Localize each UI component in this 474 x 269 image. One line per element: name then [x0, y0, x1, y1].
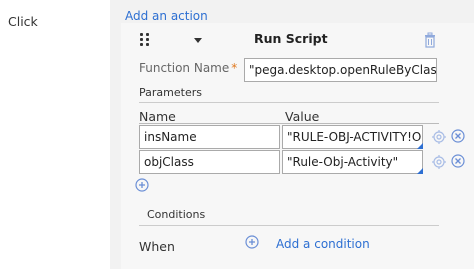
action-name: Run Script: [254, 31, 328, 46]
trash-icon[interactable]: [423, 32, 437, 48]
resize-corner-icon[interactable]: [417, 143, 423, 149]
gear-target-icon[interactable]: [432, 155, 446, 169]
remove-circle-icon[interactable]: [451, 129, 465, 143]
gear-target-icon[interactable]: [432, 130, 446, 144]
function-name-input[interactable]: "pega.desktop.openRuleByClassA: [244, 58, 437, 82]
event-label: Click: [8, 14, 38, 29]
divider: [139, 123, 439, 124]
add-action-link[interactable]: Add an action: [125, 9, 208, 23]
param-value-input[interactable]: "RULE-OBJ-ACTIVITY!ONE: [282, 125, 423, 149]
chevron-down-icon[interactable]: [191, 33, 205, 47]
value-column-header: Value: [285, 109, 320, 124]
add-condition-icon[interactable]: [245, 235, 259, 249]
divider: [139, 102, 439, 103]
param-name-input[interactable]: insName: [139, 125, 280, 149]
resize-corner-icon[interactable]: [417, 168, 423, 174]
parameters-heading: Parameters: [139, 86, 202, 99]
conditions-heading: Conditions: [147, 208, 206, 221]
when-label: When: [139, 239, 175, 254]
name-column-header: Name: [139, 109, 176, 124]
drag-handle-icon[interactable]: [140, 33, 152, 47]
actions-panel: Add an action Run Script Function Name * …: [110, 0, 474, 269]
remove-circle-icon[interactable]: [451, 154, 465, 168]
function-name-label-text: Function Name: [139, 61, 230, 75]
param-value-input[interactable]: "Rule-Obj-Activity": [282, 150, 423, 174]
action-card: Run Script Function Name * "pega.desktop.…: [121, 23, 474, 269]
add-parameter-icon[interactable]: [135, 178, 149, 192]
required-marker: *: [231, 61, 238, 75]
function-name-label: Function Name *: [139, 61, 237, 75]
param-name-input[interactable]: objClass: [139, 150, 280, 174]
divider: [139, 225, 439, 226]
add-condition-link[interactable]: Add a condition: [276, 237, 370, 251]
event-column: Click: [0, 0, 110, 269]
